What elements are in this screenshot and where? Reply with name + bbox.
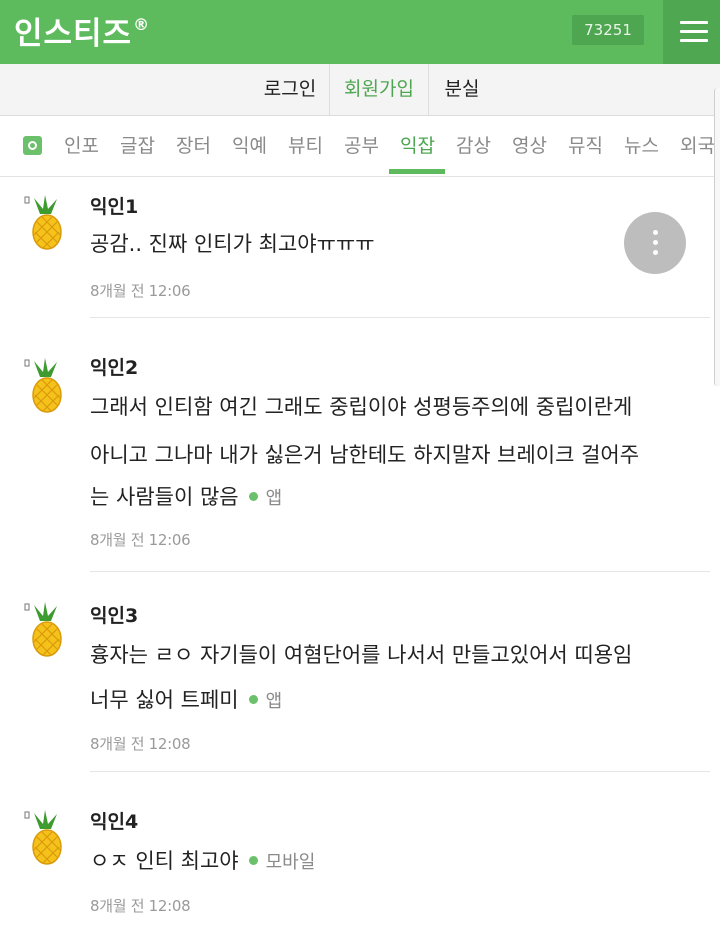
comment-author: 익인1: [90, 196, 139, 218]
comment-text: 그래서 인티함 여긴 그래도 중립이야 성평등주의에 중립이란게: [90, 395, 633, 419]
hamburger-menu-icon-bar: [680, 30, 708, 33]
comment-text: 너무 싫어 트페미: [90, 688, 239, 712]
scrollbar[interactable]: [714, 88, 720, 386]
settings-gear-icon[interactable]: [23, 136, 42, 155]
comment-time: 8개월 전 12:08: [90, 897, 191, 915]
comment-time: 8개월 전 12:06: [90, 282, 191, 300]
comment-text-last: ㅇㅈ 인티 최고야 모바일: [90, 845, 315, 875]
active-tab-indicator: [389, 169, 445, 174]
online-dot-icon: [248, 695, 258, 704]
device-label: 모바일: [265, 852, 316, 873]
category-tabs: 인포 글잡 장터 익예 뷰티 공부 익잡 감상 영상 뮤직 뉴스 외국: [0, 117, 720, 177]
comment-text: 는 사람들이 많음: [90, 485, 239, 509]
tab-info[interactable]: 인포: [64, 131, 99, 158]
comment-text: 흉자는 ㄹㅇ 자기들이 여혐단어를 나서서 만들고있어서 띠용임: [90, 643, 633, 667]
pineapple-avatar-icon: [24, 602, 62, 657]
more-vertical-icon: [653, 230, 658, 235]
site-logo[interactable]: 인스티즈®: [14, 8, 150, 53]
signup-link[interactable]: 회원가입: [332, 64, 426, 115]
tab-anon-general[interactable]: 익잡: [400, 131, 435, 158]
pineapple-avatar-icon: [24, 810, 62, 865]
auth-divider: [329, 64, 330, 115]
comment-text-last: 너무 싫어 트페미 앱: [90, 684, 282, 714]
pineapple-avatar-icon: [24, 195, 62, 250]
comment-divider: [90, 317, 710, 318]
comment-author: 익인2: [90, 357, 139, 379]
tab-beauty[interactable]: 뷰티: [288, 131, 323, 158]
tab-news[interactable]: 뉴스: [624, 131, 659, 158]
tab-writing[interactable]: 글잡: [120, 131, 155, 158]
comment-author: 익인4: [90, 811, 139, 833]
auth-divider: [428, 64, 429, 115]
tab-review[interactable]: 감상: [456, 131, 491, 158]
tab-music[interactable]: 뮤직: [568, 131, 603, 158]
comment-author: 익인3: [90, 605, 139, 627]
comment-divider: [90, 571, 710, 572]
hamburger-menu-button[interactable]: [663, 0, 720, 64]
auth-bar: 로그인 회원가입 분실: [0, 64, 720, 116]
more-options-button[interactable]: [624, 212, 686, 274]
tab-video[interactable]: 영상: [512, 131, 547, 158]
comment-text: ㅇㅈ 인티 최고야: [90, 849, 239, 873]
comment-text-last: 는 사람들이 많음 앱: [90, 481, 282, 511]
login-link[interactable]: 로그인: [254, 64, 326, 115]
device-label: 앱: [265, 488, 283, 509]
comment-text: 공감.. 진짜 인티가 최고야ㅠㅠㅠ: [90, 232, 375, 256]
tab-anon-entertainment[interactable]: 익예: [232, 131, 267, 158]
pineapple-avatar-icon: [24, 358, 62, 413]
device-label: 앱: [265, 691, 283, 712]
comment-divider: [90, 771, 710, 772]
online-dot-icon: [248, 856, 258, 865]
hamburger-menu-icon: [680, 21, 708, 24]
tab-study[interactable]: 공부: [344, 131, 379, 158]
visitor-counter: 73251: [572, 15, 644, 45]
lost-account-link[interactable]: 분실: [431, 64, 493, 115]
logo-registered-mark: ®: [133, 15, 151, 34]
more-vertical-icon-dot: [653, 240, 658, 245]
top-header: 인스티즈® 73251: [0, 0, 720, 64]
more-vertical-icon-dot: [653, 250, 658, 255]
comment-time: 8개월 전 12:06: [90, 531, 191, 549]
tab-market[interactable]: 장터: [176, 131, 211, 158]
hamburger-menu-icon-bar: [680, 39, 708, 42]
tab-foreign[interactable]: 외국: [680, 131, 715, 158]
comment-time: 8개월 전 12:08: [90, 735, 191, 753]
comment-text: 아니고 그나마 내가 싫은거 남한테도 하지말자 브레이크 걸어주: [90, 443, 640, 467]
logo-text: 인스티즈: [14, 16, 133, 52]
online-dot-icon: [248, 492, 258, 501]
